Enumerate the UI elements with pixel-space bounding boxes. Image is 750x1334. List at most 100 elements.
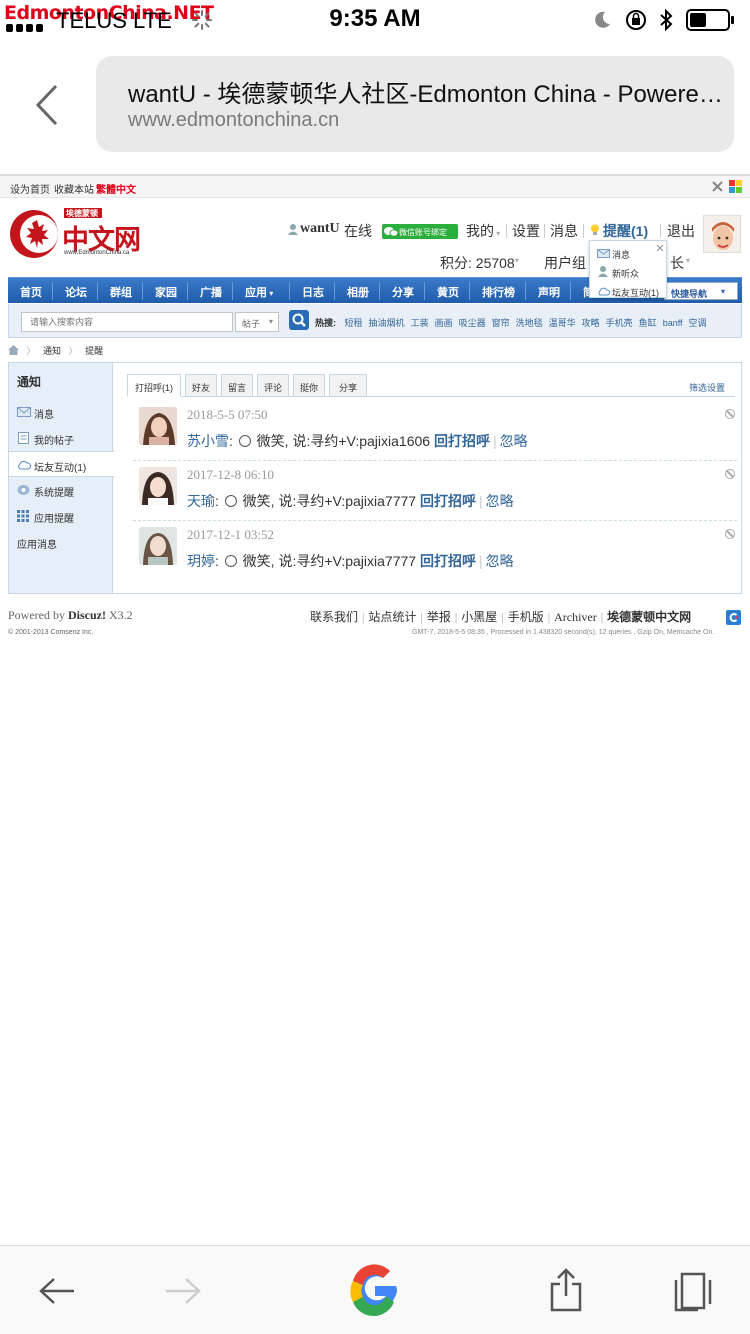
hot-search-item[interactable]: 洗地毯	[516, 318, 543, 328]
username-link[interactable]: wantU	[300, 221, 340, 237]
sidebar-item-messages[interactable]: 消息	[9, 399, 113, 425]
footer-link[interactable]: 联系我们	[310, 610, 358, 624]
avatar[interactable]	[139, 527, 177, 565]
close-icon[interactable]	[656, 244, 664, 252]
reply-greeting-link[interactable]: 回打招呼	[420, 553, 476, 569]
close-icon[interactable]	[712, 181, 723, 192]
delete-icon[interactable]	[725, 529, 735, 539]
hot-search-item[interactable]: 手机壳	[606, 318, 633, 328]
tab-friends[interactable]: 好友	[185, 374, 217, 397]
hot-search-item[interactable]: banff	[663, 318, 683, 328]
grid-icon	[17, 510, 29, 522]
ignore-link[interactable]: 忽略	[500, 433, 528, 449]
quick-nav-button[interactable]: 快捷导航 ▾	[664, 282, 738, 300]
cnzz-stats-icon[interactable]	[726, 610, 741, 625]
footer-link[interactable]: 小黑屋	[461, 610, 497, 624]
notice-time: 2018-5-5 07:50	[187, 407, 268, 422]
reminders-link[interactable]: 提醒(1)	[603, 221, 648, 241]
set-home-link[interactable]: 设为首页	[10, 181, 50, 196]
site-logo[interactable]: 埃德蒙顿 中文网 www.EdmontonChina.ca	[8, 206, 150, 262]
tab-support[interactable]: 挺你	[293, 374, 325, 397]
settings-link[interactable]: 设置	[512, 221, 540, 241]
home-icon[interactable]	[8, 345, 19, 355]
search-input[interactable]	[21, 312, 233, 332]
nav-item-blog[interactable]: 日志	[302, 284, 324, 300]
google-icon[interactable]	[344, 1260, 406, 1322]
mine-menu[interactable]: 我的 ▾	[466, 221, 500, 241]
breadcrumb-reminder[interactable]: 提醒	[85, 346, 103, 356]
color-palette-icon[interactable]	[729, 180, 742, 193]
footer-link[interactable]: 手机版	[508, 610, 544, 624]
filter-settings-link[interactable]: 筛选设置	[689, 381, 725, 394]
logout-link[interactable]: 退出	[667, 221, 695, 241]
reply-greeting-link[interactable]: 回打招呼	[434, 433, 490, 449]
ignore-link[interactable]: 忽略	[486, 493, 514, 509]
user-group-menu[interactable]: 用户组	[544, 253, 586, 273]
nav-item-statement[interactable]: 声明	[538, 284, 560, 300]
delete-icon[interactable]	[725, 469, 735, 479]
tabs-icon[interactable]	[672, 1272, 716, 1312]
footer-site-link[interactable]: 埃德蒙顿中文网	[607, 610, 691, 624]
nav-item-broadcast[interactable]: 广播	[200, 284, 222, 300]
sender-name[interactable]: 天瑜	[187, 493, 215, 509]
discuz-link[interactable]: Discuz!	[68, 608, 106, 622]
nav-item-home-space[interactable]: 家园	[155, 284, 177, 300]
hot-search-item[interactable]: 空调	[689, 318, 707, 328]
delete-icon[interactable]	[725, 409, 735, 419]
ignore-link[interactable]: 忽略	[486, 553, 514, 569]
hot-search-item[interactable]: 窗帘	[492, 318, 510, 328]
divider	[583, 224, 584, 238]
footer-link[interactable]: Archiver	[554, 610, 597, 624]
bookmark-link[interactable]: 收藏本站	[54, 181, 94, 196]
hot-search-item[interactable]: 温哥华	[549, 318, 576, 328]
search-type-select[interactable]: 帖子 ▾	[235, 312, 279, 332]
nav-item-home[interactable]: 首页	[20, 284, 42, 300]
footer-link[interactable]: 站点统计	[368, 610, 416, 624]
search-button[interactable]	[289, 310, 309, 330]
tab-greetings[interactable]: 打招呼(1)	[127, 374, 181, 397]
nav-item-ranking[interactable]: 排行榜	[482, 284, 515, 300]
sidebar: 通知 消息 我的帖子 坛友互动(1) 系统提醒 应用提醒 应用消息	[9, 363, 114, 593]
nav-item-apps[interactable]: 应用 ▾	[245, 284, 273, 300]
nav-item-share[interactable]: 分享	[392, 284, 414, 300]
sidebar-item-my-posts[interactable]: 我的帖子	[9, 425, 113, 451]
address-bar[interactable]: wantU - 埃德蒙顿华人社区-Edmonton China - Powere…	[96, 56, 734, 152]
popup-item-messages[interactable]: 消息	[612, 248, 630, 261]
nav-item-album[interactable]: 相册	[347, 284, 369, 300]
sidebar-item-app-messages[interactable]: 应用消息	[9, 529, 113, 555]
share-icon[interactable]	[548, 1268, 584, 1312]
nav-item-group[interactable]: 群组	[110, 284, 132, 300]
footer-link[interactable]: 举报	[427, 610, 451, 624]
messages-link[interactable]: 消息	[550, 221, 578, 241]
avatar[interactable]	[139, 467, 177, 505]
traditional-chinese-link[interactable]: 繁體中文	[96, 181, 136, 196]
reply-greeting-link[interactable]: 回打招呼	[420, 493, 476, 509]
tab-reviews[interactable]: 评论	[257, 374, 289, 397]
wechat-bind-button[interactable]: 微信账号绑定	[382, 224, 458, 239]
tab-comments-msg[interactable]: 留言	[221, 374, 253, 397]
hot-search-item[interactable]: 攻略	[582, 318, 600, 328]
hot-search-item[interactable]: 短租	[345, 318, 363, 328]
back-chevron-icon[interactable]	[34, 84, 60, 126]
tab-share[interactable]: 分享	[329, 374, 367, 397]
colon: :	[215, 553, 223, 569]
sidebar-item-app-reminder[interactable]: 应用提醒	[9, 503, 113, 529]
hot-search-item[interactable]: 工装	[411, 318, 429, 328]
avatar[interactable]	[139, 407, 177, 445]
sender-name[interactable]: 玥婷	[187, 553, 215, 569]
hot-search-item[interactable]: 画画	[435, 318, 453, 328]
breadcrumb-notice[interactable]: 通知	[43, 346, 61, 356]
sidebar-item-system[interactable]: 系统提醒	[9, 477, 113, 503]
hot-search-item[interactable]: 抽油烟机	[369, 318, 405, 328]
sidebar-item-interaction[interactable]: 坛友互动(1)	[9, 451, 114, 477]
hot-search-item[interactable]: 鱼缸	[639, 318, 657, 328]
nav-item-yellowpages[interactable]: 黄页	[437, 284, 459, 300]
popup-item-interaction[interactable]: 坛友互动(1)	[612, 286, 659, 299]
forward-arrow-icon[interactable]	[164, 1276, 202, 1306]
popup-item-followers[interactable]: 新听众	[612, 267, 639, 280]
avatar[interactable]	[703, 215, 741, 253]
back-arrow-icon[interactable]	[38, 1276, 76, 1306]
nav-item-forum[interactable]: 论坛	[65, 284, 87, 300]
sender-name[interactable]: 苏小雪	[187, 433, 229, 449]
hot-search-item[interactable]: 吸尘器	[459, 318, 486, 328]
